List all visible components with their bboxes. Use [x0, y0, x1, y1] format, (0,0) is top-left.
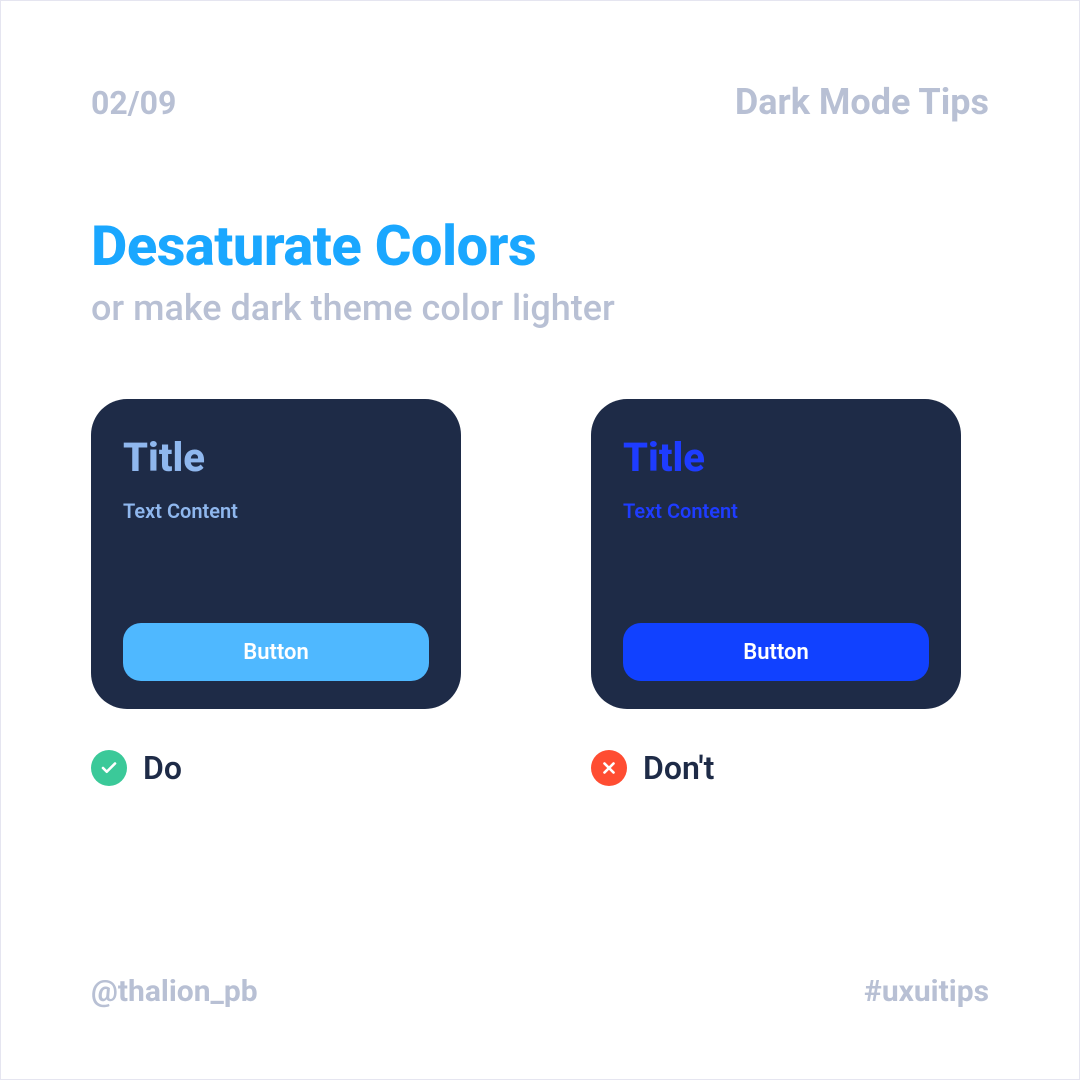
cards-row: Title Text Content Button Title Text Con… [91, 399, 989, 709]
main-title: Desaturate Colors [91, 213, 989, 279]
do-label: Do [143, 749, 182, 787]
page-number: 02/09 [91, 84, 176, 122]
series-title: Dark Mode Tips [735, 81, 989, 123]
card-do-text: Text Content [123, 499, 429, 623]
footer: @thalion_pb #uxuitips [91, 974, 989, 1009]
subtitle: or make dark theme color lighter [91, 287, 989, 329]
card-do-button[interactable]: Button [123, 623, 429, 681]
card-dont-title: Title [623, 434, 929, 481]
social-handle: @thalion_pb [91, 974, 258, 1009]
cross-icon [591, 750, 627, 786]
card-dont: Title Text Content Button [591, 399, 961, 709]
labels-row: Do Don't [91, 749, 989, 787]
check-icon [91, 750, 127, 786]
card-dont-button[interactable]: Button [623, 623, 929, 681]
card-dont-text: Text Content [623, 499, 929, 623]
dont-label-group: Don't [591, 749, 961, 787]
hashtag: #uxuitips [864, 974, 989, 1009]
header: 02/09 Dark Mode Tips [91, 81, 989, 123]
card-do: Title Text Content Button [91, 399, 461, 709]
do-label-group: Do [91, 749, 461, 787]
card-do-title: Title [123, 434, 429, 481]
dont-label: Don't [643, 749, 714, 787]
